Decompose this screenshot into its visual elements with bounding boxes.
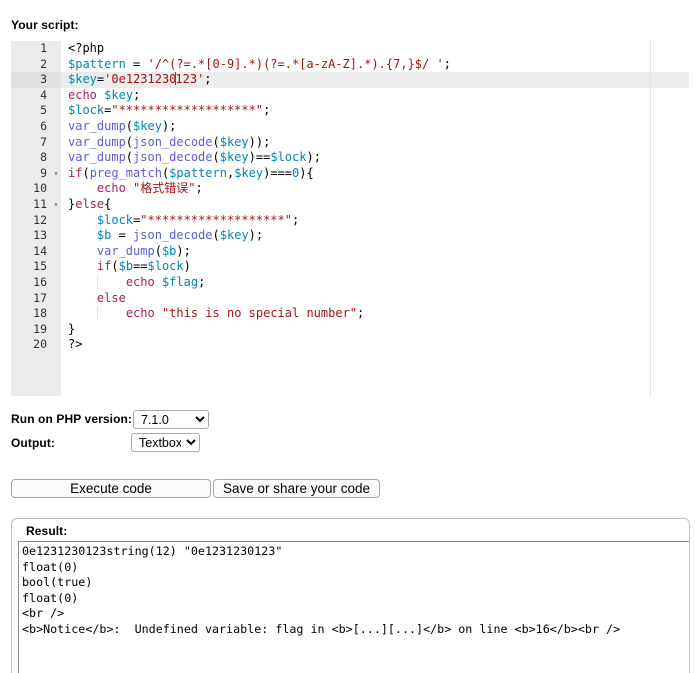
line-number: 8 <box>40 150 47 165</box>
code-editor[interactable]: 1 2 3 4 5 6 7 8 9 10 11 12 13 14 15 16 17 18 19 20 ▾ ▾ <?php… <box>11 41 689 396</box>
fold-gutter-cell <box>51 306 61 322</box>
code-line[interactable]: $key='0e1231230123'; <box>61 72 689 88</box>
result-line: bool(true) <box>22 575 93 589</box>
code-fold-toggle-icon[interactable]: ▾ <box>51 166 61 182</box>
fold-gutter-cell <box>51 57 61 73</box>
line-number: 2 <box>40 56 47 71</box>
code-line[interactable]: var_dump(json_decode($key)==$lock); <box>61 150 689 166</box>
line-number: 17 <box>33 290 47 305</box>
fold-gutter-cell <box>51 337 61 353</box>
code-line[interactable]: else <box>61 291 689 307</box>
code-line[interactable]: if($b==$lock) <box>61 259 689 275</box>
fold-gutter-cell <box>51 119 61 135</box>
line-number: 3 <box>11 72 51 88</box>
line-number: 18 <box>33 306 47 321</box>
output-select[interactable]: Textbox <box>131 433 200 452</box>
fold-gutter-cell <box>51 228 61 244</box>
fold-gutter-cell <box>51 275 61 291</box>
code-line[interactable]: echo $flag; <box>61 274 689 291</box>
code-line[interactable]: echo "this is no special number"; <box>61 306 689 322</box>
php-version-select-wrap[interactable]: 7.1.0 <box>133 410 209 429</box>
line-number: 14 <box>33 243 47 258</box>
line-number: 6 <box>40 118 47 133</box>
fold-gutter-cell <box>51 103 61 119</box>
code-line[interactable]: var_dump($key); <box>61 119 689 135</box>
result-line: 0e1231230123string(12) "0e1231230123" <box>22 544 283 558</box>
result-output-textarea[interactable]: 0e1231230123string(12) "0e1231230123" flo… <box>18 541 689 673</box>
line-number: 16 <box>33 274 47 289</box>
line-number: 10 <box>33 181 47 196</box>
fold-gutter-cell <box>51 150 61 166</box>
line-number: 13 <box>33 228 47 243</box>
result-label: Result: <box>22 524 72 538</box>
code-line[interactable]: $lock="*******************"; <box>61 103 689 119</box>
code-line[interactable]: var_dump($b); <box>61 244 689 260</box>
line-number: 4 <box>40 87 47 102</box>
code-line[interactable]: echo "格式错误"; <box>61 181 689 197</box>
code-line[interactable]: echo $key; <box>61 88 689 104</box>
line-number: 20 <box>33 337 47 352</box>
php-version-label: Run on PHP version: <box>11 412 133 426</box>
line-number: 11 <box>33 196 47 211</box>
code-line[interactable]: var_dump(json_decode($key)); <box>61 135 689 151</box>
code-line[interactable]: $lock="*******************"; <box>61 213 689 229</box>
output-select-wrap[interactable]: Textbox <box>131 433 200 452</box>
fold-gutter-cell <box>51 322 61 338</box>
fold-gutter-cell <box>51 72 61 88</box>
editor-fold-gutter[interactable]: ▾ ▾ <box>51 41 61 396</box>
save-or-share-button[interactable]: Save or share your code <box>213 479 380 498</box>
your-script-label: Your script: <box>11 18 79 32</box>
print-margin-ruler <box>650 41 651 396</box>
result-line: float(0) <box>22 559 79 574</box>
output-label: Output: <box>11 436 56 450</box>
php-sandbox-page: Your script: 1 2 3 4 5 6 7 8 9 10 11 12 13 14 15 16 17 18… <box>0 0 695 673</box>
code-line[interactable]: if(preg_match($pattern,$key)===0){ <box>61 166 689 182</box>
fold-gutter-cell <box>51 135 61 151</box>
fold-gutter-cell <box>51 213 61 229</box>
fold-gutter-cell <box>51 291 61 307</box>
editor-line-number-gutter: 1 2 3 4 5 6 7 8 9 10 11 12 13 14 15 16 17 18 19 20 <box>11 41 51 396</box>
code-line[interactable]: $b = json_decode($key); <box>61 228 689 244</box>
line-number: 5 <box>40 103 47 118</box>
line-number: 7 <box>40 134 47 149</box>
code-fold-toggle-icon[interactable]: ▾ <box>51 197 61 213</box>
line-number: 9 <box>40 165 47 180</box>
fold-gutter-cell <box>51 88 61 104</box>
php-version-select[interactable]: 7.1.0 <box>133 410 209 429</box>
fold-gutter-cell <box>51 259 61 275</box>
execute-code-button[interactable]: Execute code <box>11 479 211 498</box>
line-number: 15 <box>33 259 47 274</box>
line-number: 12 <box>33 212 47 227</box>
code-line[interactable]: ?> <box>61 337 689 353</box>
fold-gutter-cell <box>51 244 61 260</box>
result-line: float(0) <box>22 590 79 605</box>
result-line: <br /> <box>22 606 65 620</box>
code-line[interactable]: $pattern = '/^(?=.*[0-9].*)(?=.*[a-zA-Z]… <box>61 57 689 73</box>
line-number: 1 <box>40 41 47 55</box>
editor-code-area[interactable]: <?php $pattern = '/^(?=.*[0-9].*)(?=.*[a-… <box>61 41 689 396</box>
code-line[interactable]: <?php <box>61 41 689 57</box>
fold-gutter-cell <box>51 41 61 57</box>
result-line: <b>Notice</b>: Undefined variable: flag … <box>22 621 621 636</box>
fold-gutter-cell <box>51 181 61 197</box>
code-line[interactable]: } <box>61 322 689 338</box>
line-number: 19 <box>33 321 47 336</box>
code-line[interactable]: }else{ <box>61 197 689 213</box>
